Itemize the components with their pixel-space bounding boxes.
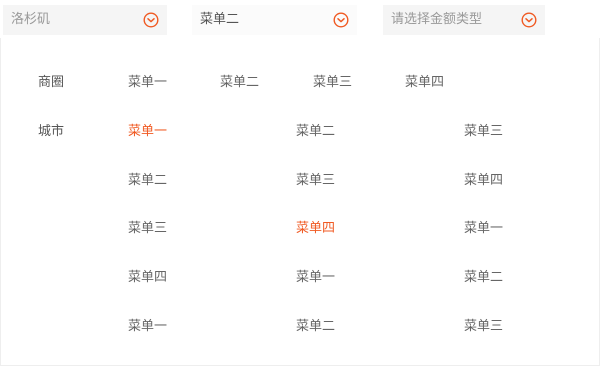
district-item[interactable]: 菜单一 [128, 71, 167, 90]
amount-type-placeholder: 请选择金额类型 [391, 12, 483, 27]
city-item[interactable]: 菜单四 [464, 169, 503, 188]
city-item[interactable]: 菜单三 [296, 169, 335, 188]
district-item[interactable]: 菜单四 [405, 71, 444, 90]
filter-bar: 洛杉矶 菜单二 请选择金额类型 [0, 0, 602, 38]
city-select-value: 洛杉矶 [11, 12, 51, 27]
chevron-down-icon [521, 12, 537, 28]
district-label: 商圈 [38, 75, 65, 90]
city-item[interactable]: 菜单二 [464, 266, 503, 285]
menu-select[interactable]: 菜单二 [192, 5, 357, 35]
city-item[interactable]: 菜单三 [464, 315, 503, 334]
city-select[interactable]: 洛杉矶 [3, 5, 167, 35]
city-item[interactable]: 菜单四 [296, 217, 335, 236]
city-item[interactable]: 菜单三 [128, 217, 167, 236]
city-item[interactable]: 菜单一 [296, 266, 335, 285]
city-item[interactable]: 菜单一 [128, 120, 167, 139]
city-label: 城市 [38, 124, 65, 139]
city-item[interactable]: 菜单三 [464, 120, 503, 139]
chevron-down-icon [143, 12, 159, 28]
city-item[interactable]: 菜单二 [296, 120, 335, 139]
district-item[interactable]: 菜单二 [220, 71, 259, 90]
city-item[interactable]: 菜单二 [296, 315, 335, 334]
city-item[interactable]: 菜单二 [128, 169, 167, 188]
city-item[interactable]: 菜单四 [128, 266, 167, 285]
dropdown-panel: 商圈 菜单一 菜单二 菜单三 菜单四 城市 菜单一 菜单二 菜单三 菜单二 菜单… [0, 38, 600, 366]
city-item[interactable]: 菜单一 [464, 217, 503, 236]
district-item[interactable]: 菜单三 [313, 71, 352, 90]
chevron-down-icon [333, 12, 349, 28]
city-item[interactable]: 菜单一 [128, 315, 167, 334]
amount-type-select[interactable]: 请选择金额类型 [383, 5, 545, 35]
menu-select-value: 菜单二 [200, 12, 240, 27]
